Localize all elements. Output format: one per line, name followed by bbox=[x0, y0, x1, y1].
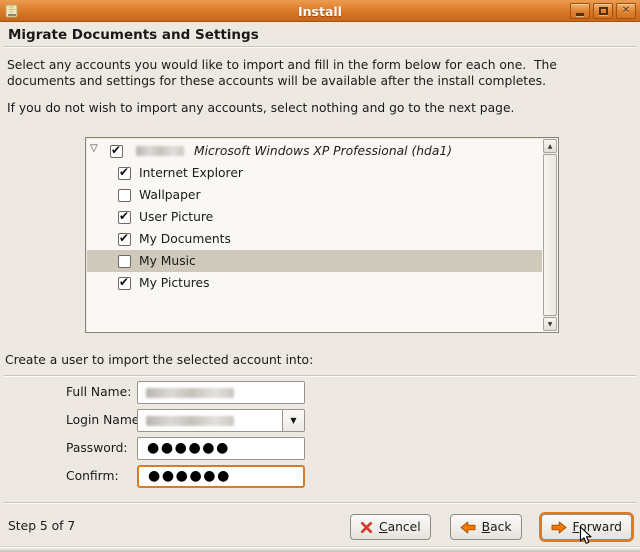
check-icon: ✔ bbox=[119, 275, 129, 289]
checkbox-my-pictures[interactable]: ✔ bbox=[118, 277, 131, 290]
tree-item-label: My Music bbox=[139, 254, 196, 268]
tree-scrollbar[interactable]: ▲ ▼ bbox=[543, 139, 557, 331]
maximize-icon bbox=[599, 7, 608, 15]
checkbox-wallpaper[interactable] bbox=[118, 189, 131, 202]
password-dots: ●●●●●● bbox=[138, 438, 304, 458]
accounts-tree[interactable]: ▽ ✔ Microsoft Windows XP Professional (hda… bbox=[85, 137, 559, 333]
user-form: Full Name:Login Name:▼Password:●●●●●●Con… bbox=[0, 381, 640, 493]
scrollbar-thumb[interactable] bbox=[543, 154, 557, 316]
tree-item-label: Wallpaper bbox=[139, 188, 201, 202]
redacted-username bbox=[136, 146, 184, 156]
combo-dropdown-button[interactable]: ▼ bbox=[282, 410, 304, 431]
confirm-field[interactable]: ●●●●●● bbox=[137, 465, 305, 488]
check-icon: ✔ bbox=[111, 143, 121, 157]
form-row-full-name: Full Name: bbox=[0, 381, 640, 404]
step-indicator: Step 5 of 7 bbox=[8, 519, 75, 533]
create-user-label: Create a user to import the selected acc… bbox=[5, 353, 313, 367]
checkbox-my-music[interactable] bbox=[118, 255, 131, 268]
redacted-value bbox=[146, 388, 234, 398]
close-icon: ✕ bbox=[622, 6, 630, 16]
full-name-field[interactable] bbox=[137, 381, 305, 404]
tree-row-my-pictures[interactable]: ✔ My Pictures bbox=[87, 272, 542, 294]
checkbox-microsoft-windows-xp-professional-hda1[interactable]: ✔ bbox=[110, 145, 123, 158]
tree-row-internet-explorer[interactable]: ✔ Internet Explorer bbox=[87, 162, 542, 184]
checkbox-internet-explorer[interactable]: ✔ bbox=[118, 167, 131, 180]
maximize-button[interactable] bbox=[593, 3, 613, 19]
check-icon: ✔ bbox=[119, 165, 129, 179]
back-button[interactable]: Back bbox=[450, 514, 522, 540]
install-window: { "window": { "title": "Install" }, "pag… bbox=[0, 0, 640, 552]
password-field[interactable]: ●●●●●● bbox=[137, 437, 305, 460]
heading-separator bbox=[4, 46, 636, 48]
expander-open-icon[interactable]: ▽ bbox=[90, 144, 98, 154]
note-text: If you do not wish to import any account… bbox=[7, 101, 607, 117]
tree-row-wallpaper[interactable]: Wallpaper bbox=[87, 184, 542, 206]
tree-item-label: My Documents bbox=[139, 232, 231, 246]
password-label: Password: bbox=[66, 437, 128, 460]
login-name-label: Login Name: bbox=[66, 409, 144, 432]
arrow-left-icon bbox=[460, 521, 476, 534]
minimize-button[interactable] bbox=[570, 3, 590, 19]
cancel-button[interactable]: Cancel bbox=[350, 514, 431, 540]
window-title: Install bbox=[0, 4, 640, 19]
check-icon: ✔ bbox=[119, 231, 129, 245]
mouse-cursor bbox=[579, 526, 593, 550]
scrollbar-down-button[interactable]: ▼ bbox=[543, 317, 557, 331]
cancel-x-icon bbox=[360, 521, 373, 534]
checkbox-user-picture[interactable]: ✔ bbox=[118, 211, 131, 224]
tree-row-my-music[interactable]: My Music bbox=[87, 250, 542, 272]
form-row-password: Password: ●●●●●● bbox=[0, 437, 640, 460]
window-bottom-edge bbox=[0, 546, 640, 552]
tree-rows: ▽ ✔ Microsoft Windows XP Professional (hda… bbox=[87, 140, 542, 294]
confirm-label: Confirm: bbox=[66, 465, 119, 488]
window-controls: ✕ bbox=[570, 3, 636, 19]
tree-item-label: My Pictures bbox=[139, 276, 210, 290]
minimize-icon bbox=[576, 13, 584, 16]
login-name-field[interactable]: ▼ bbox=[137, 409, 305, 432]
full-name-label: Full Name: bbox=[66, 381, 131, 404]
tree-row-user-picture[interactable]: ✔ User Picture bbox=[87, 206, 542, 228]
tree-row-microsoft-windows-xp-professional-hda1[interactable]: ▽ ✔ Microsoft Windows XP Professional (hda… bbox=[87, 140, 542, 162]
form-row-confirm: Confirm: ●●●●●● bbox=[0, 465, 640, 488]
arrow-right-icon bbox=[551, 521, 567, 534]
footer-separator bbox=[4, 502, 636, 504]
redacted-value bbox=[146, 416, 234, 426]
tree-item-label: Microsoft Windows XP Professional (hda1) bbox=[194, 144, 452, 158]
titlebar[interactable]: Install ✕ bbox=[0, 0, 640, 22]
checkbox-my-documents[interactable]: ✔ bbox=[118, 233, 131, 246]
form-row-login-name: Login Name: ▼ bbox=[0, 409, 640, 432]
tree-row-my-documents[interactable]: ✔ My Documents bbox=[87, 228, 542, 250]
scrollbar-up-button[interactable]: ▲ bbox=[543, 139, 557, 153]
tree-item-label: Internet Explorer bbox=[139, 166, 243, 180]
intro-text: Select any accounts you would like to im… bbox=[7, 58, 607, 89]
check-icon: ✔ bbox=[119, 209, 129, 223]
button-label: Cancel bbox=[379, 520, 421, 534]
password-dots: ●●●●●● bbox=[139, 467, 303, 485]
form-separator bbox=[4, 375, 636, 377]
button-label: Back bbox=[482, 520, 512, 534]
page-title: Migrate Documents and Settings bbox=[8, 27, 259, 43]
tree-item-label: User Picture bbox=[139, 210, 213, 224]
close-button[interactable]: ✕ bbox=[616, 3, 636, 19]
